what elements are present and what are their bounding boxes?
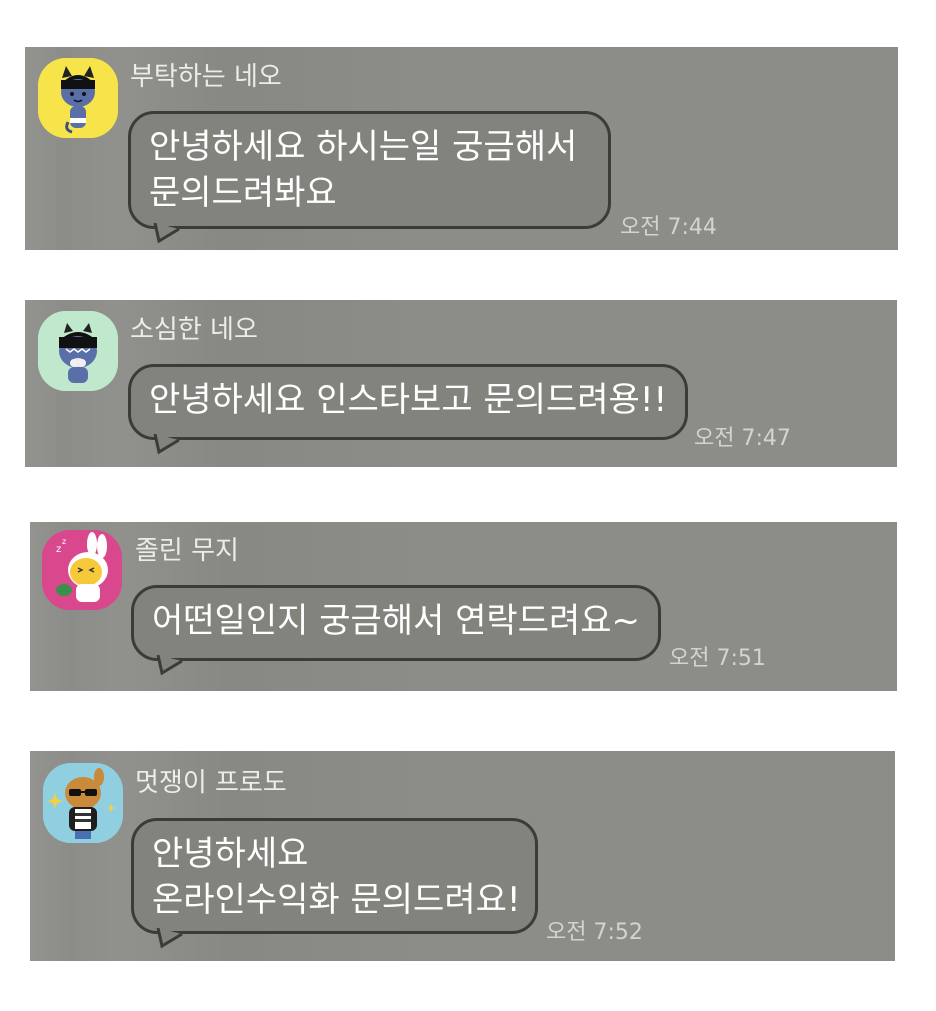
bubble-tail xyxy=(156,928,183,949)
bubble-tail xyxy=(153,434,180,455)
chat-panel-3: z z 졸린 무지 어떤일인지 궁금해서 연락드려요~ 오전 7:51 xyxy=(30,522,897,691)
message-bubble[interactable]: 어떤일인지 궁금해서 연락드려요~ xyxy=(131,585,661,661)
message-line: 어떤일인지 궁금해서 연락드려요~ xyxy=(152,601,641,641)
message-time: 오전 7:47 xyxy=(694,426,791,451)
sender-name: 부탁하는 네오 xyxy=(130,62,282,92)
message-bubble[interactable]: 안녕하세요 온라인수익화 문의드려요! xyxy=(131,818,538,934)
svg-text:z: z xyxy=(62,537,66,546)
chat-panel-4: 멋쟁이 프로도 안녕하세요 온라인수익화 문의드려요! 오전 7:52 xyxy=(30,751,895,961)
message-bubble[interactable]: 안녕하세요 인스타보고 문의드려용!! xyxy=(128,364,688,440)
sender-name: 졸린 무지 xyxy=(135,536,239,566)
sender-name: 멋쟁이 프로도 xyxy=(135,768,287,798)
neo-shy-avatar-icon[interactable] xyxy=(38,311,118,391)
message-line: 문의드려봐요 xyxy=(149,173,337,213)
message-line: 온라인수익화 문의드려요! xyxy=(152,880,521,920)
bubble-tail xyxy=(153,223,180,244)
svg-text:z: z xyxy=(56,544,61,555)
message-time: 오전 7:52 xyxy=(546,920,643,945)
frodo-stylish-avatar-icon[interactable] xyxy=(43,763,123,843)
message-time: 오전 7:44 xyxy=(620,215,717,240)
message-bubble[interactable]: 안녕하세요 하시는일 궁금해서 문의드려봐요 xyxy=(128,111,611,229)
message-line: 안녕하세요 xyxy=(152,834,309,874)
message-line: 안녕하세요 인스타보고 문의드려용!! xyxy=(149,380,668,420)
message-time: 오전 7:51 xyxy=(669,646,766,671)
sender-name: 소심한 네오 xyxy=(130,315,258,345)
message-line: 안녕하세요 하시는일 궁금해서 xyxy=(149,127,578,167)
chat-panel-2: 소심한 네오 안녕하세요 인스타보고 문의드려용!! 오전 7:47 xyxy=(25,300,897,467)
bubble-tail xyxy=(156,655,183,676)
muzi-sleepy-avatar-icon[interactable]: z z xyxy=(42,530,122,610)
chat-panel-1: 부탁하는 네오 안녕하세요 하시는일 궁금해서 문의드려봐요 오전 7:44 xyxy=(25,47,898,250)
neo-pleading-avatar-icon[interactable] xyxy=(38,58,118,138)
